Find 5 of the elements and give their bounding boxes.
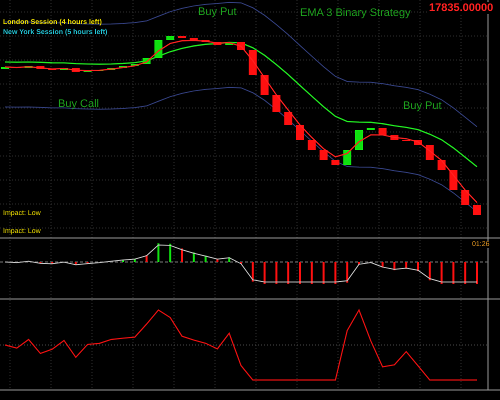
price-label: 17835.00000	[428, 2, 494, 14]
signal-label: Buy Put	[198, 6, 237, 18]
chart-title: EMA 3 Binary Strategy	[300, 7, 411, 19]
signal-label: Buy Call	[58, 98, 99, 110]
signal-label: Buy Put	[403, 100, 442, 112]
